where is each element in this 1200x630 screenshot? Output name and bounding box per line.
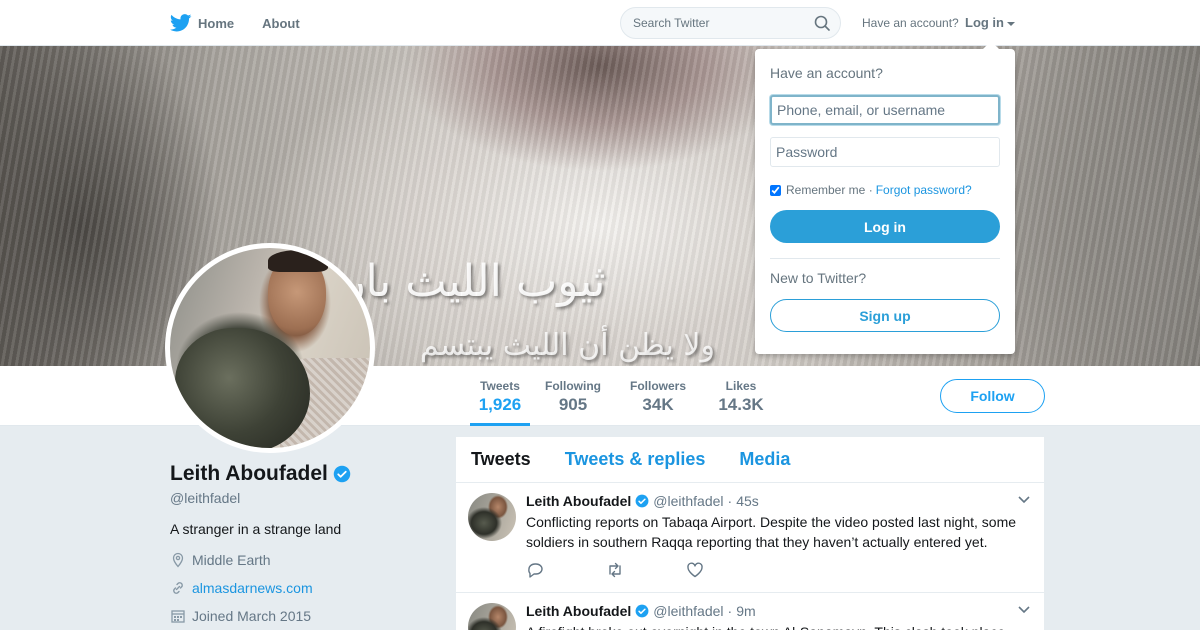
location-pin-icon [172, 552, 184, 568]
retweet-button[interactable] [606, 562, 686, 583]
tweet-author-name[interactable]: Leith Aboufadel [526, 603, 631, 619]
location-text: Middle Earth [192, 552, 271, 568]
stat-value: 905 [558, 395, 588, 414]
remember-me-label: Remember me · [786, 183, 873, 197]
tweet-avatar[interactable] [468, 603, 516, 630]
forgot-password-link[interactable]: Forgot password? [876, 183, 972, 197]
tab-tweets-replies[interactable]: Tweets & replies [565, 449, 706, 470]
tweet-header: Leith Aboufadel @leithfadel · 45s [526, 493, 1029, 509]
avatar-rock [175, 328, 310, 448]
follow-button[interactable]: Follow [940, 379, 1045, 413]
stat-likes[interactable]: Likes 14.3K [711, 366, 771, 426]
stat-tweets[interactable]: Tweets 1,926 [470, 366, 530, 426]
top-nav-bar: Home About Have an account? Log in [0, 0, 1200, 46]
banner-arabic-text-2: ولا يظن أن الليث يبتسم [420, 328, 716, 363]
separator-dot: · [727, 493, 733, 509]
twitter-bird-icon[interactable] [170, 14, 192, 32]
verified-badge-icon [635, 604, 649, 618]
verified-badge-icon [635, 494, 649, 508]
login-link-label: Log in [965, 15, 1004, 30]
caret-down-icon [1007, 21, 1015, 26]
login-submit-button[interactable]: Log in [770, 210, 1000, 243]
tweet-text: Conflicting reports on Tabaqa Airport. D… [526, 514, 1017, 550]
remember-me-checkbox[interactable] [770, 184, 781, 196]
profile-name[interactable]: Leith Aboufadel [170, 462, 328, 486]
stat-label: Followers [629, 379, 686, 393]
profile-avatar[interactable] [165, 243, 375, 453]
heart-icon [687, 562, 703, 577]
profile-joined: Joined March 2015 [170, 607, 430, 625]
profile-sidebar: Leith Aboufadel @leithfadel A stranger i… [170, 462, 430, 625]
stat-label: Following [545, 379, 601, 393]
tweet-actions [526, 552, 1029, 592]
website-link[interactable]: almasdarnews.com [192, 580, 313, 596]
profile-website: almasdarnews.com [170, 579, 430, 597]
divider [770, 258, 1000, 259]
password-field[interactable] [770, 137, 1000, 167]
stat-followers[interactable]: Followers 34K [628, 366, 688, 426]
stat-label: Tweets [480, 379, 520, 393]
timeline: Tweets Tweets & replies Media Leith Abou… [456, 437, 1044, 630]
avatar-hair [268, 250, 328, 272]
search-box [620, 7, 841, 39]
login-dropdown: Have an account? Remember me · Forgot pa… [755, 41, 1015, 354]
retweet-icon [609, 562, 621, 577]
chevron-down-icon[interactable] [1018, 606, 1030, 614]
have-account-text: Have an account? [862, 16, 959, 30]
joined-text: Joined March 2015 [192, 608, 312, 624]
nav-about-link[interactable]: About [262, 16, 300, 31]
search-input[interactable] [621, 8, 801, 38]
stat-value: 1,926 [478, 395, 522, 414]
tweet-author-handle[interactable]: @leithfadel [653, 493, 723, 509]
link-icon [173, 582, 183, 594]
nav-home-link[interactable]: Home [198, 16, 234, 31]
calendar-icon [171, 610, 185, 623]
reply-icon [528, 562, 543, 578]
search-icon[interactable] [814, 15, 830, 31]
profile-name-row: Leith Aboufadel [170, 462, 430, 486]
tweet-author-name[interactable]: Leith Aboufadel [526, 493, 631, 509]
tweet-avatar[interactable] [468, 493, 516, 541]
tab-media[interactable]: Media [739, 449, 790, 470]
stat-value: 14.3K [718, 395, 764, 414]
tweet-header: Leith Aboufadel @leithfadel · 9m [526, 603, 1029, 619]
profile-handle[interactable]: @leithfadel [170, 490, 430, 506]
stat-following[interactable]: Following 905 [543, 366, 603, 426]
reply-button[interactable] [526, 562, 606, 583]
profile-bio: A stranger in a strange land [170, 521, 342, 537]
tweet-timestamp[interactable]: 45s [736, 493, 759, 509]
new-to-twitter-text: New to Twitter? [770, 270, 867, 286]
timeline-tabs: Tweets Tweets & replies Media [456, 437, 1044, 483]
signup-button[interactable]: Sign up [770, 299, 1000, 332]
profile-location: Middle Earth [170, 551, 430, 569]
stat-label: Likes [725, 379, 757, 393]
remember-row: Remember me · Forgot password? [770, 183, 1000, 197]
tweet-timestamp[interactable]: 9m [736, 603, 755, 619]
separator-dot: · [727, 603, 733, 619]
stat-value: 34K [642, 395, 674, 414]
like-button[interactable] [686, 562, 766, 583]
verified-badge-icon [333, 465, 351, 483]
tab-tweets[interactable]: Tweets [471, 449, 531, 470]
tweet[interactable]: Leith Aboufadel @leithfadel · 45s Confli… [456, 483, 1044, 593]
username-field[interactable] [770, 95, 1000, 125]
login-dropdown-title: Have an account? [770, 65, 883, 81]
tweet-author-handle[interactable]: @leithfadel [653, 603, 723, 619]
tweet-text: A firefight broke out overnight in the t… [526, 622, 1029, 630]
login-dropdown-toggle[interactable]: Log in [965, 15, 1015, 30]
nav-left: Home About [170, 0, 328, 46]
tweet[interactable]: Leith Aboufadel @leithfadel · 9m A firef… [456, 593, 1044, 630]
chevron-down-icon[interactable] [1018, 496, 1030, 504]
